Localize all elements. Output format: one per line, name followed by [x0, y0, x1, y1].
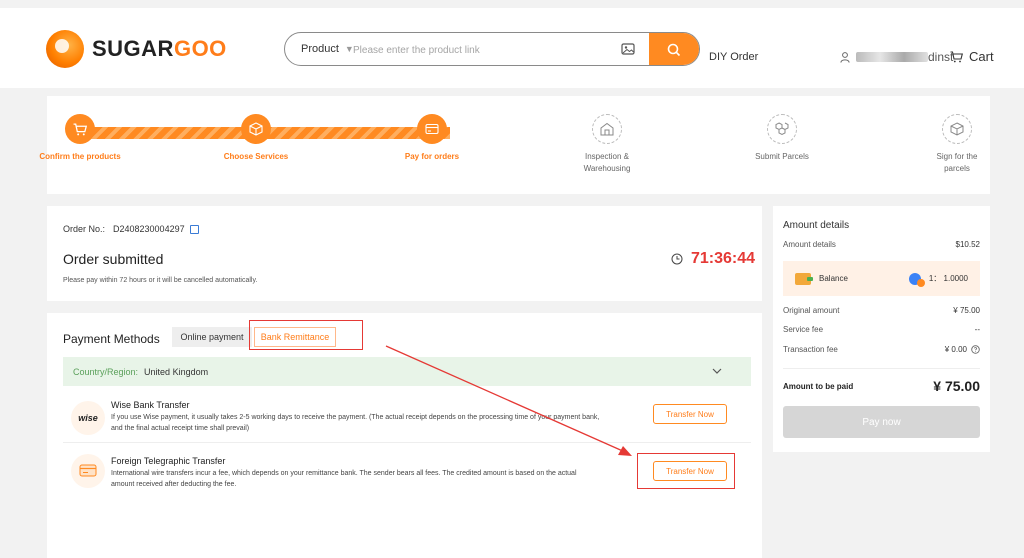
step-2-dot [241, 114, 271, 144]
amount-details-row: Amount details $10.52 [783, 240, 980, 249]
service-fee-row: Service fee -- [783, 325, 980, 334]
order-progress-steps: Confirm the products Choose Services Pay… [39, 96, 990, 194]
tab-online-payment[interactable]: Online payment [172, 327, 252, 347]
row-label: Amount details [783, 240, 836, 249]
country-region-select[interactable]: Country/Region: United Kingdom [63, 357, 751, 386]
row-label: Transaction fee [783, 345, 838, 354]
step-4-dot [592, 114, 622, 144]
logo-icon [46, 30, 84, 68]
order-number: Order No.: D2408230004297 [63, 224, 199, 234]
box-icon [249, 122, 263, 136]
region-value: United Kingdom [144, 366, 209, 377]
amount-to-pay: Amount to be paid ¥ 75.00 [783, 378, 980, 394]
to-pay-value: ¥ 75.00 [933, 378, 980, 394]
method-name: Wise Bank Transfer [111, 400, 190, 410]
step-4-label: Inspection & Warehousing [583, 152, 631, 173]
balance-row[interactable]: Balance 1： 1.0000 [783, 261, 980, 296]
row-label: Original amount [783, 306, 840, 315]
brand-name-part1: SUGAR [92, 36, 174, 61]
method-description: International wire transfers incur a fee… [111, 470, 577, 488]
wise-logo-icon: wise [71, 401, 105, 435]
step-3-dot [417, 114, 447, 144]
wise-logo-text: wise [78, 413, 98, 423]
search-bar: Product ▼ [284, 32, 700, 66]
payment-methods-card: Payment Methods Online payment Bank Remi… [47, 313, 762, 558]
logo[interactable]: SUGARGOO [46, 30, 227, 68]
parcels-icon [775, 122, 789, 136]
currency-icon [908, 272, 925, 287]
amount-details-card: Amount details Amount details $10.52 Bal… [773, 206, 990, 452]
cart-icon [950, 50, 963, 62]
step-6-dot [942, 114, 972, 144]
top-header: SUGARGOO Product▼ DIY Order dinst Cart [0, 8, 1024, 88]
region-label: Country/Region: [73, 366, 139, 377]
row-value: ¥ 75.00 [953, 306, 980, 315]
row-value: $10.52 [955, 240, 980, 249]
row-value: -- [974, 325, 980, 334]
exchange-rate-value: 1： 1.0000 [928, 274, 968, 283]
method-name: Foreign Telegraphic Transfer [111, 456, 226, 466]
blurred-username [856, 52, 928, 62]
search-type-select[interactable]: Product ▼ [301, 43, 354, 55]
search-type-label: Product [301, 43, 339, 55]
payment-methods-title: Payment Methods [63, 332, 160, 346]
countdown-timer: 71:36:44 [671, 250, 755, 268]
step-6-label: Sign for the parcels [936, 152, 978, 173]
divider [63, 442, 751, 443]
wise-transfer-now-button[interactable]: Transfer Now [653, 404, 727, 424]
copy-icon[interactable] [189, 224, 199, 234]
order-summary-card: Order No.: D2408230004297 Order submitte… [47, 206, 762, 301]
step-5-label: Submit Parcels [755, 152, 809, 161]
clock-icon [671, 253, 683, 265]
pay-now-button[interactable]: Pay now [783, 406, 980, 438]
countdown-value: 71:36:44 [691, 250, 756, 267]
search-button[interactable] [649, 33, 699, 65]
amount-details-title: Amount details [783, 220, 850, 231]
exchange-rate: 1： 1.0000 [908, 272, 968, 287]
transaction-fee-row: Transaction fee ¥ 0.00 [783, 345, 980, 354]
step-5-dot [767, 114, 797, 144]
order-status-title: Order submitted [63, 251, 164, 267]
card-icon [425, 123, 439, 135]
transfer-card-icon [71, 454, 105, 488]
bank-remittance-highlight [249, 320, 363, 350]
step-1-dot [65, 114, 95, 144]
original-amount-row: Original amount ¥ 75.00 [783, 306, 980, 315]
user-icon [840, 51, 850, 63]
image-search-icon[interactable] [621, 42, 635, 56]
transfer-now-highlight [637, 453, 735, 489]
chevron-down-icon [712, 368, 722, 374]
divider [783, 368, 980, 369]
balance-label: Balance [819, 274, 848, 283]
order-number-label: Order No.: [63, 224, 106, 234]
method-description: If you use Wise payment, it usually take… [111, 414, 600, 432]
help-icon[interactable] [971, 345, 980, 354]
cart-link[interactable]: Cart [950, 49, 994, 64]
row-value-wrap: ¥ 0.00 [945, 345, 980, 354]
search-input[interactable] [353, 41, 613, 59]
search-icon [667, 43, 681, 57]
user-account[interactable]: dinst [840, 50, 953, 64]
wise-transfer-method: wise Wise Bank Transfer If you use Wise … [63, 397, 751, 441]
box-icon [950, 122, 964, 136]
row-value: ¥ 0.00 [944, 345, 967, 354]
brand-name-part2: GOO [173, 36, 227, 61]
to-pay-label: Amount to be paid [783, 381, 854, 391]
step-3-label: Pay for orders [404, 152, 460, 161]
cart-label: Cart [969, 49, 994, 64]
step-2-label: Choose Services [223, 152, 289, 161]
diy-order-link[interactable]: DIY Order [709, 51, 758, 63]
cart-icon [73, 122, 87, 135]
step-1-label: Confirm the products [39, 152, 121, 161]
order-number-value: D2408230004297 [113, 224, 185, 234]
wallet-icon [795, 272, 813, 285]
row-label: Service fee [783, 325, 824, 334]
payment-deadline-note: Please pay within 72 hours or it will be… [63, 277, 258, 284]
brand-name: SUGARGOO [92, 36, 227, 62]
card-transfer-icon [79, 464, 97, 477]
warehouse-icon [600, 122, 614, 136]
